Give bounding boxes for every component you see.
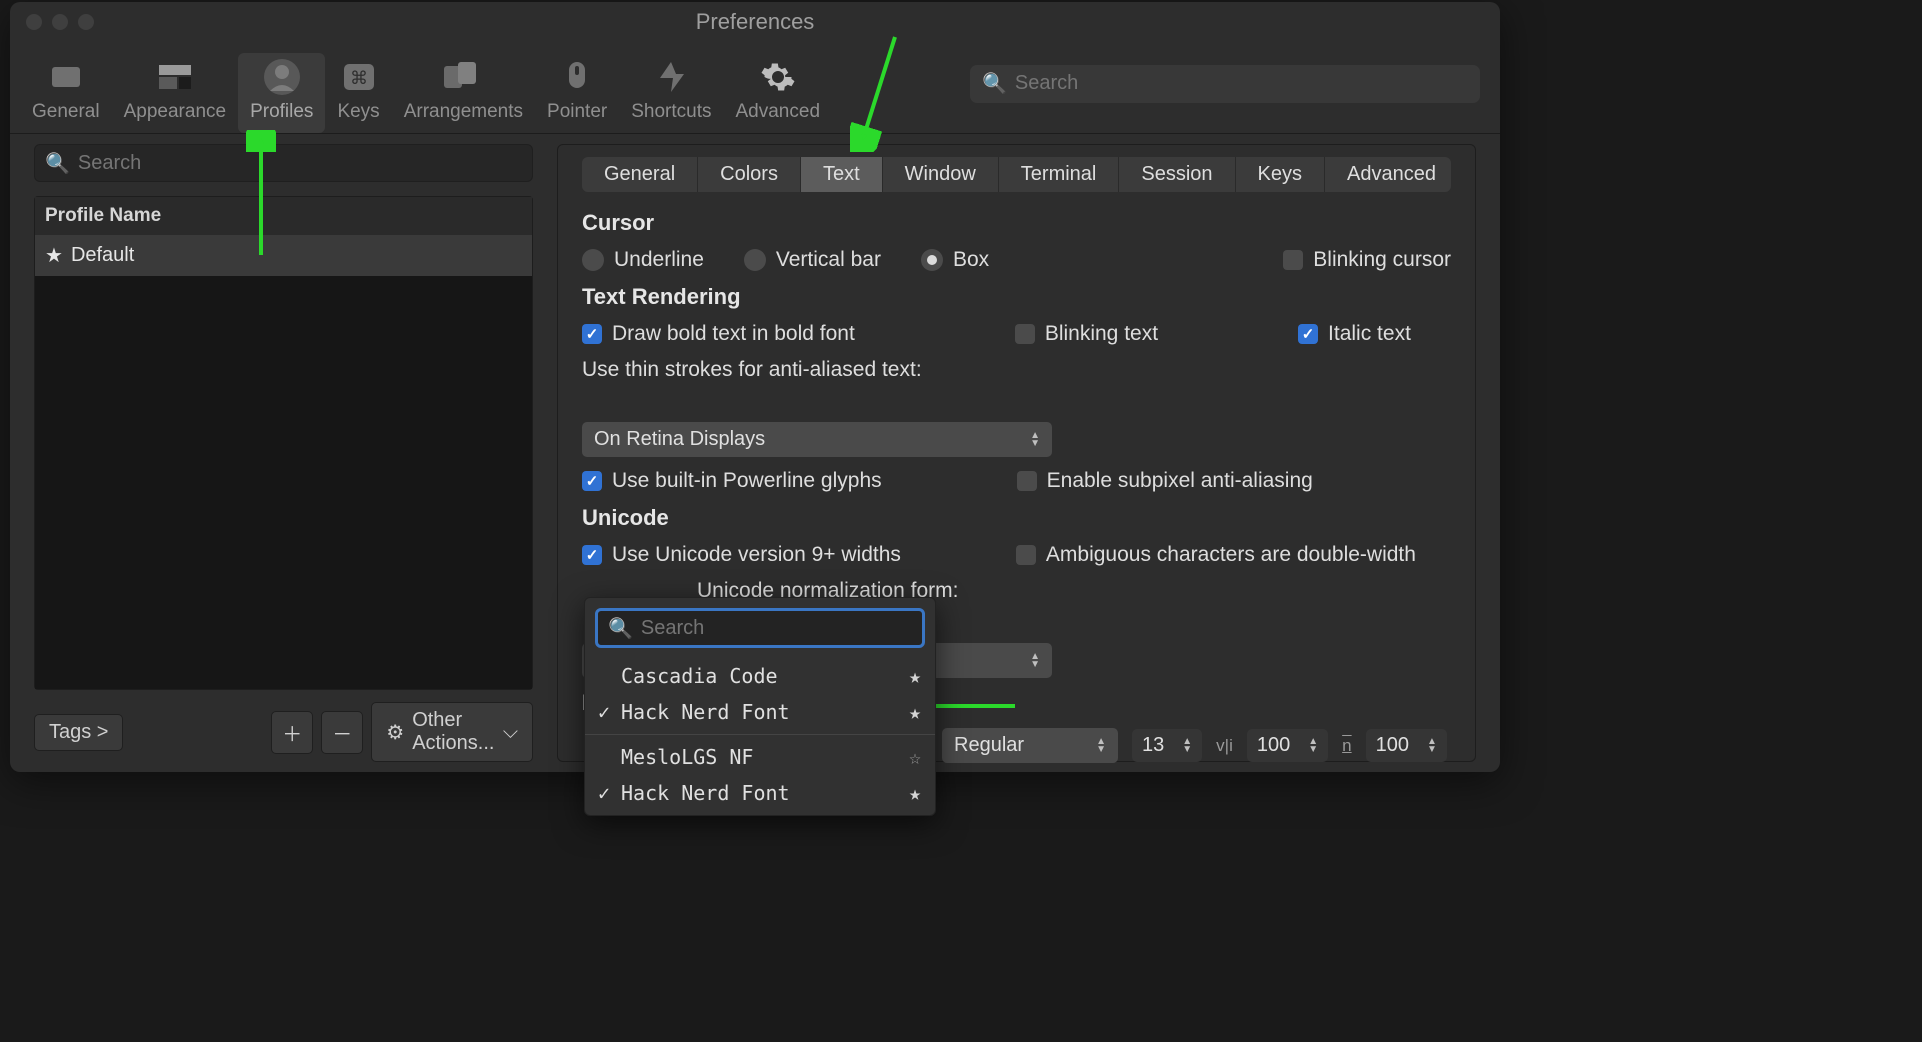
font-size-field[interactable]: 13 ▲▼ xyxy=(1132,729,1202,762)
window-title: Preferences xyxy=(696,9,815,35)
tab-keys[interactable]: Keys xyxy=(1236,157,1325,192)
close-icon[interactable] xyxy=(26,14,42,30)
star-icon[interactable]: ★ xyxy=(909,781,921,805)
profile-name: Default xyxy=(71,244,134,267)
toolbar: General Appearance Profiles ⌘ Keys Arran… xyxy=(10,42,1500,134)
toolbar-appearance[interactable]: Appearance xyxy=(112,53,238,133)
hspacing-field[interactable]: 100 ▲▼ xyxy=(1247,729,1328,762)
text-rendering-heading: Text Rendering xyxy=(582,284,1451,310)
stepper-icon: ▲▼ xyxy=(1030,432,1040,448)
profiles-sidebar: 🔍 Profile Name ★ Default Tags > ＋ － ⚙Oth… xyxy=(10,134,547,772)
font-picker-dropdown: 🔍 Cascadia Code ★ ✓Hack Nerd Font ★ Mesl… xyxy=(584,597,936,816)
font-item-meslo[interactable]: MesloLGS NF ☆ xyxy=(585,739,935,775)
dropdown-separator xyxy=(585,734,935,735)
font-item-cascadia[interactable]: Cascadia Code ★ xyxy=(585,658,935,694)
titlebar: Preferences xyxy=(10,2,1500,42)
thin-strokes-label: Use thin strokes for anti-aliased text: xyxy=(582,358,922,382)
font-search-input[interactable] xyxy=(641,617,912,640)
toolbar-profiles[interactable]: Profiles xyxy=(238,53,325,133)
tab-terminal[interactable]: Terminal xyxy=(999,157,1120,192)
preferences-window: Preferences General Appearance Profiles … xyxy=(10,2,1500,772)
annotation-arrow-profiles xyxy=(246,130,276,260)
toolbar-general[interactable]: General xyxy=(20,53,112,133)
font-weight-select[interactable]: Regular ▲▼ xyxy=(942,728,1118,763)
thin-strokes-select[interactable]: On Retina Displays ▲▼ xyxy=(582,422,1052,457)
hspacing-icon: v|i xyxy=(1216,736,1233,756)
profiles-icon xyxy=(261,59,303,95)
toolbar-pointer[interactable]: Pointer xyxy=(535,53,619,133)
star-icon[interactable]: ★ xyxy=(909,664,921,688)
other-actions-button[interactable]: ⚙Other Actions... ⌵ xyxy=(371,702,533,762)
keys-icon: ⌘ xyxy=(338,59,380,95)
vspacing-field[interactable]: 100 ▲▼ xyxy=(1366,729,1447,762)
svg-text:⌘: ⌘ xyxy=(350,68,368,88)
toolbar-search[interactable]: 🔍 xyxy=(970,65,1480,103)
cursor-box-radio[interactable]: Box xyxy=(921,248,989,272)
toolbar-search-input[interactable] xyxy=(1015,72,1468,95)
vspacing-icon: n xyxy=(1342,736,1351,756)
star-outline-icon[interactable]: ☆ xyxy=(909,745,921,769)
tab-advanced[interactable]: Advanced xyxy=(1325,157,1451,192)
remove-profile-button[interactable]: － xyxy=(321,711,363,754)
tab-colors[interactable]: Colors xyxy=(698,157,801,192)
tab-session[interactable]: Session xyxy=(1119,157,1235,192)
toolbar-keys[interactable]: ⌘ Keys xyxy=(325,53,391,133)
add-profile-button[interactable]: ＋ xyxy=(271,711,313,754)
appearance-icon xyxy=(154,59,196,95)
toolbar-shortcuts[interactable]: Shortcuts xyxy=(619,53,723,133)
blinking-text-check[interactable]: Blinking text xyxy=(1015,322,1158,346)
italic-text-check[interactable]: Italic text xyxy=(1298,322,1411,346)
stepper-icon: ▲▼ xyxy=(1030,653,1040,669)
unicode-heading: Unicode xyxy=(582,505,1451,531)
tab-window[interactable]: Window xyxy=(883,157,999,192)
stepper-icon: ▲▼ xyxy=(1427,738,1437,754)
tab-text[interactable]: Text xyxy=(801,157,883,192)
stepper-icon: ▲▼ xyxy=(1308,738,1318,754)
unicode-v9-check[interactable]: Use Unicode version 9+ widths xyxy=(582,543,901,567)
tab-general[interactable]: General xyxy=(582,157,698,192)
font-search[interactable]: 🔍 xyxy=(595,608,925,648)
profile-table: Profile Name ★ Default xyxy=(34,196,533,690)
shortcuts-icon xyxy=(650,59,692,95)
subpixel-check[interactable]: Enable subpixel anti-aliasing xyxy=(1017,469,1313,493)
toolbar-advanced[interactable]: Advanced xyxy=(724,53,833,133)
search-icon: 🔍 xyxy=(982,71,1007,96)
search-icon: 🔍 xyxy=(45,151,70,176)
tags-button[interactable]: Tags > xyxy=(34,714,123,751)
toolbar-arrangements[interactable]: Arrangements xyxy=(392,53,535,133)
powerline-check[interactable]: Use built-in Powerline glyphs xyxy=(582,469,882,493)
star-icon: ★ xyxy=(45,243,63,268)
cursor-vertical-radio[interactable]: Vertical bar xyxy=(744,248,881,272)
minus-icon: － xyxy=(332,718,352,747)
annotation-arrow-text-tab xyxy=(850,32,910,152)
profile-tabs: General Colors Text Window Terminal Sess… xyxy=(582,157,1451,192)
profile-table-header[interactable]: Profile Name xyxy=(35,197,532,235)
advanced-gear-icon xyxy=(757,59,799,95)
zoom-icon[interactable] xyxy=(78,14,94,30)
search-icon: 🔍 xyxy=(608,616,633,641)
chevron-down-icon: ⌵ xyxy=(503,721,518,744)
font-item-hack-b[interactable]: ✓Hack Nerd Font ★ xyxy=(585,775,935,811)
star-icon[interactable]: ★ xyxy=(909,700,921,724)
stepper-icon: ▲▼ xyxy=(1182,738,1192,754)
plus-icon: ＋ xyxy=(282,718,302,747)
general-icon xyxy=(45,59,87,95)
profile-table-body xyxy=(35,276,532,689)
bold-text-check[interactable]: Draw bold text in bold font xyxy=(582,322,855,346)
pointer-icon xyxy=(556,59,598,95)
cursor-underline-radio[interactable]: Underline xyxy=(582,248,704,272)
gear-icon: ⚙ xyxy=(386,720,404,745)
minimize-icon[interactable] xyxy=(52,14,68,30)
profile-row-default[interactable]: ★ Default xyxy=(35,235,532,276)
window-controls xyxy=(26,14,94,30)
profile-search[interactable]: 🔍 xyxy=(34,144,533,182)
blinking-cursor-check[interactable]: Blinking cursor xyxy=(1283,248,1451,272)
ambiguous-check[interactable]: Ambiguous characters are double-width xyxy=(1016,543,1416,567)
profile-search-input[interactable] xyxy=(78,152,522,175)
cursor-heading: Cursor xyxy=(582,210,1451,236)
font-item-hack[interactable]: ✓Hack Nerd Font ★ xyxy=(585,694,935,730)
arrangements-icon xyxy=(442,59,484,95)
stepper-icon: ▲▼ xyxy=(1096,738,1106,754)
